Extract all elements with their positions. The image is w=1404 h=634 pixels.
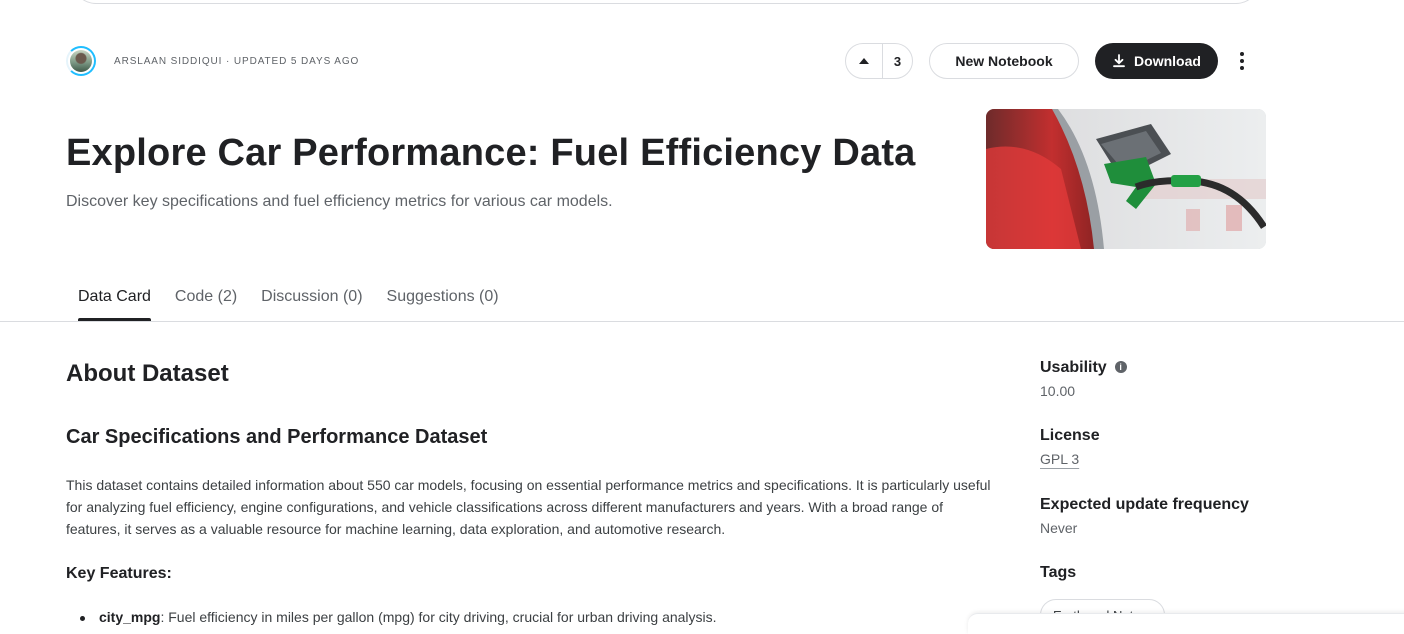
tags-label: Tags — [1040, 564, 1077, 581]
tab-bar: Data Card Code (2) Discussion (0) Sugges… — [66, 279, 511, 321]
fuel-nozzle-illustration — [986, 109, 1266, 249]
usability-label: Usability i — [1040, 359, 1127, 377]
download-icon — [1113, 54, 1125, 68]
new-notebook-button[interactable]: New Notebook — [929, 43, 1079, 79]
triangle-up-icon — [859, 58, 869, 64]
tab-data-card[interactable]: Data Card — [66, 279, 163, 321]
license-label: License — [1040, 427, 1100, 444]
update-frequency-label: Expected update frequency — [1040, 496, 1249, 513]
upvote-button[interactable] — [846, 44, 883, 78]
feature-name: city_mpg — [99, 609, 161, 625]
list-item: city_mpg: Fuel efficiency in miles per g… — [80, 609, 717, 625]
dataset-subtitle: Discover key specifications and fuel eff… — [66, 193, 613, 210]
info-icon[interactable]: i — [1114, 361, 1127, 373]
tab-discussion[interactable]: Discussion (0) — [249, 279, 374, 321]
vote-count[interactable]: 3 — [883, 54, 912, 69]
author-row: ARSLAAN SIDDIQUI · UPDATED 5 DAYS AGO — [66, 44, 359, 78]
tab-divider — [0, 321, 1404, 322]
download-button[interactable]: Download — [1095, 43, 1218, 79]
tab-suggestions[interactable]: Suggestions (0) — [375, 279, 511, 321]
about-heading: About Dataset — [66, 360, 229, 387]
bullet-icon — [80, 615, 85, 621]
download-label: Download — [1134, 53, 1201, 69]
avatar[interactable] — [66, 46, 96, 76]
usability-label-text: Usability — [1040, 359, 1107, 376]
dataset-description: This dataset contains detailed informati… — [66, 477, 991, 537]
update-frequency-value: Never — [1040, 520, 1078, 536]
feature-text: : Fuel efficiency in miles per gallon (m… — [160, 609, 717, 625]
more-vertical-icon[interactable] — [1230, 48, 1254, 74]
search-bar[interactable] — [72, 0, 1260, 4]
upvote-group: 3 — [845, 43, 913, 79]
avatar-image — [70, 50, 92, 72]
tab-code[interactable]: Code (2) — [163, 279, 249, 321]
cover-image — [986, 109, 1266, 249]
dataset-title: Explore Car Performance: Fuel Efficiency… — [66, 132, 916, 174]
features-heading: Key Features: — [66, 565, 172, 582]
author-meta[interactable]: ARSLAAN SIDDIQUI · UPDATED 5 DAYS AGO — [114, 56, 359, 67]
license-link[interactable]: GPL 3 — [1040, 451, 1079, 467]
usability-value: 10.00 — [1040, 383, 1076, 399]
spec-heading: Car Specifications and Performance Datas… — [66, 426, 488, 448]
bottom-panel — [968, 613, 1404, 634]
